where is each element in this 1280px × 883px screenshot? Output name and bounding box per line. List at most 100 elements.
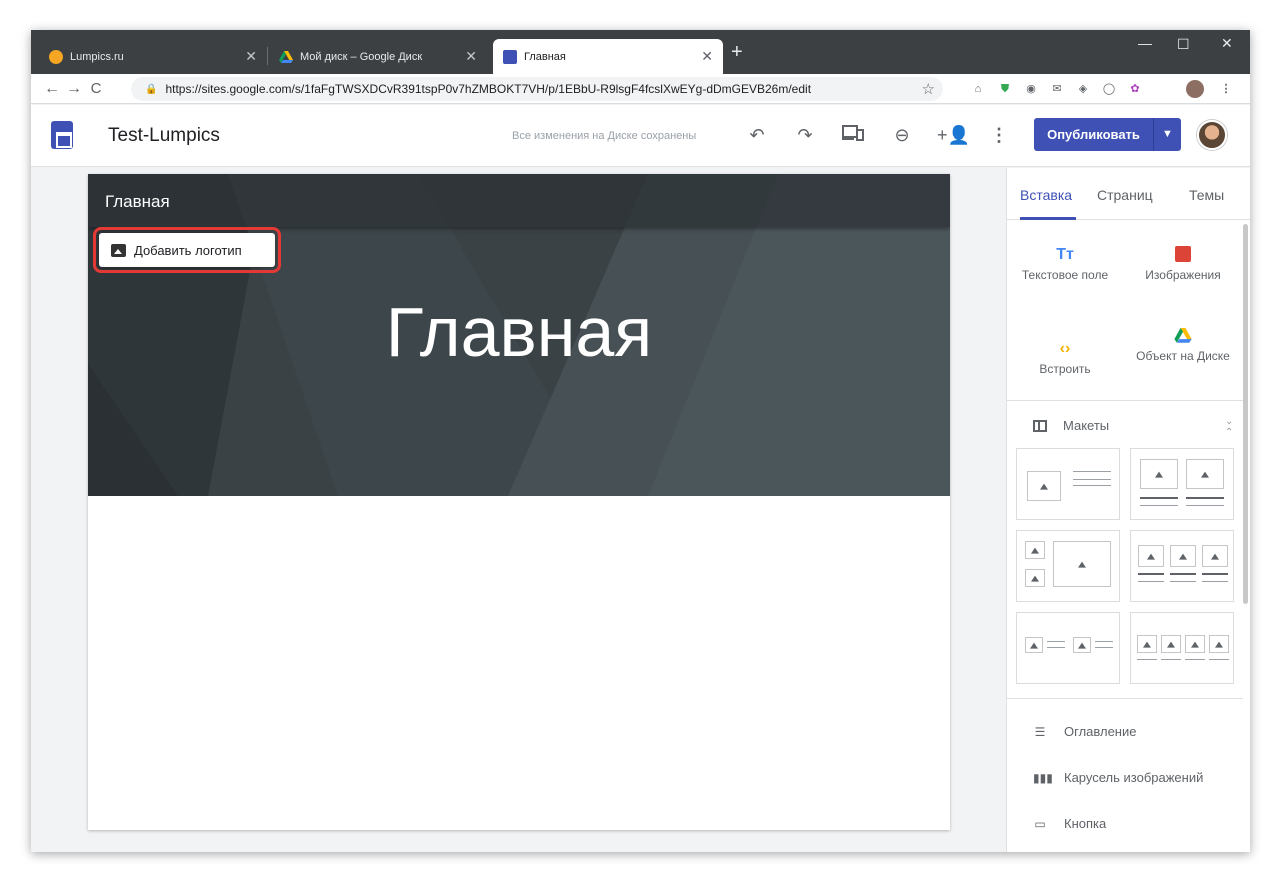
text-box-tool[interactable]: Tт Текстовое поле	[1010, 246, 1120, 282]
preview-devices-icon[interactable]	[840, 125, 866, 146]
user-avatar[interactable]	[1197, 120, 1227, 150]
editor-canvas: Главная Добавить логотип Главная	[31, 168, 1006, 852]
insert-panel: Вставка Страниц Темы Tт Текстовое поле И…	[1006, 168, 1250, 852]
layout-image-text[interactable]	[1016, 448, 1120, 520]
layout-image-placeholder	[1140, 459, 1178, 489]
embed-code-icon: ‹›	[1059, 340, 1071, 357]
maximize-button[interactable]: ☐	[1177, 36, 1190, 53]
layout-text-line	[1073, 479, 1111, 480]
layout-image-placeholder	[1161, 635, 1181, 653]
layout-two-images[interactable]	[1130, 448, 1234, 520]
browser-window: Lumpics.ru ✕ Мой диск – Google Диск ✕ Гл…	[31, 30, 1250, 852]
extension-puzzle-icon[interactable]: ✿	[1128, 82, 1142, 96]
embed-label: Встроить	[1039, 362, 1091, 376]
tab-lumpics[interactable]: Lumpics.ru ✕	[39, 39, 267, 74]
divider	[1007, 698, 1243, 699]
close-icon[interactable]: ✕	[245, 48, 257, 65]
images-label: Изображения	[1145, 268, 1221, 282]
reload-icon[interactable]: C	[85, 80, 107, 98]
layout-image-placeholder	[1027, 471, 1061, 501]
extension-mail-icon[interactable]: ✉	[1050, 82, 1064, 96]
layouts-header[interactable]: Макеты	[1033, 418, 1109, 433]
text-box-icon: Tт	[1056, 246, 1074, 263]
panel-scrollbar[interactable]	[1243, 224, 1248, 604]
tab-pages[interactable]: Страниц	[1097, 187, 1153, 203]
layout-three-images[interactable]	[1130, 530, 1234, 602]
embed-tool[interactable]: ‹› Встроить	[1010, 340, 1120, 376]
layout-text-line	[1209, 659, 1229, 660]
link-icon[interactable]: ⊖	[889, 125, 915, 146]
extension-eye-icon[interactable]: ◈	[1076, 82, 1090, 96]
drive-object-label: Объект на Диске	[1136, 349, 1230, 363]
layout-text-line	[1073, 471, 1111, 472]
layout-image-placeholder	[1053, 541, 1111, 587]
tab-glavnaya[interactable]: Главная ✕	[493, 39, 723, 74]
collapse-chevron-icon[interactable]: ⌄ ⌃	[1225, 416, 1233, 438]
layout-text-line	[1202, 581, 1228, 582]
extension-home-icon[interactable]: ⌂	[971, 82, 985, 96]
layouts-label: Макеты	[1063, 418, 1110, 433]
more-options-icon[interactable]: ⋮	[986, 125, 1012, 146]
add-logo-button[interactable]: Добавить логотип	[99, 233, 275, 267]
image-icon	[111, 243, 126, 257]
lock-icon: 🔒	[145, 83, 158, 95]
tab-insert[interactable]: Вставка	[1020, 187, 1072, 203]
image-icon	[1128, 246, 1238, 268]
layout-text-line	[1185, 659, 1205, 660]
layout-image-placeholder	[1202, 545, 1228, 567]
extension-lock-icon[interactable]: ◯	[1102, 82, 1116, 96]
site-title[interactable]: Test-Lumpics	[108, 125, 220, 147]
new-tab-button[interactable]: +	[731, 41, 743, 64]
tab-divider	[267, 47, 268, 65]
address-bar[interactable]: 🔒 https://sites.google.com/s/1faFgTWSXDC…	[131, 77, 943, 101]
layout-image-placeholder	[1137, 635, 1157, 653]
active-tab-indicator	[1020, 217, 1076, 220]
extension-globe-icon[interactable]: ◉	[1024, 82, 1038, 96]
layout-text-line	[1137, 659, 1157, 660]
images-tool[interactable]: Изображения	[1128, 246, 1238, 282]
site-navigation-bar: Главная	[88, 174, 950, 227]
close-icon[interactable]: ✕	[465, 48, 477, 65]
publish-dropdown-icon[interactable]: ▼	[1153, 118, 1181, 151]
minimize-button[interactable]: —	[1138, 35, 1152, 51]
tab-google-drive[interactable]: Мой диск – Google Диск ✕	[269, 39, 487, 74]
layout-text-line	[1170, 573, 1196, 575]
image-carousel-item[interactable]: ▮▮▮ Карусель изображений	[1033, 770, 1203, 785]
close-window-button[interactable]: ✕	[1221, 35, 1233, 52]
layout-image-collage[interactable]	[1016, 530, 1120, 602]
header-banner[interactable]: Главная Добавить логотип Главная	[88, 174, 950, 496]
hero-title[interactable]: Главная	[88, 292, 950, 372]
layout-text-line	[1073, 485, 1111, 486]
tab-themes[interactable]: Темы	[1189, 187, 1224, 203]
undo-icon[interactable]: ↶	[744, 125, 770, 146]
layout-text-line	[1047, 641, 1065, 642]
extension-shield-icon[interactable]: ⛊	[998, 82, 1012, 96]
nav-page-title[interactable]: Главная	[105, 192, 170, 212]
layout-images-with-text[interactable]	[1016, 612, 1120, 684]
publish-label: Опубликовать	[1047, 127, 1140, 142]
tab-title: Главная	[524, 50, 566, 63]
layout-image-placeholder	[1209, 635, 1229, 653]
layout-text-line	[1140, 505, 1178, 506]
publish-button[interactable]: Опубликовать ▼	[1034, 118, 1181, 151]
close-icon[interactable]: ✕	[701, 48, 713, 65]
toc-label: Оглавление	[1064, 724, 1137, 739]
layout-four-images[interactable]	[1130, 612, 1234, 684]
drive-object-tool[interactable]: Объект на Диске	[1128, 328, 1238, 362]
profile-avatar-icon[interactable]	[1186, 80, 1204, 98]
forward-icon[interactable]: →	[63, 80, 85, 98]
tab-title: Lumpics.ru	[70, 50, 124, 63]
button-component-item[interactable]: ▭ Кнопка	[1033, 816, 1106, 831]
layout-text-line	[1095, 647, 1113, 648]
table-of-contents-item[interactable]: ☰ Оглавление	[1033, 724, 1137, 739]
google-drive-icon	[1128, 328, 1238, 350]
bookmark-star-icon[interactable]: ☆	[922, 80, 935, 98]
layout-text-line	[1047, 647, 1065, 648]
menu-kebab-icon[interactable]: ⋮	[1219, 82, 1233, 96]
layout-image-placeholder	[1025, 569, 1045, 587]
back-icon[interactable]: ←	[41, 80, 63, 98]
redo-icon[interactable]: ↷	[792, 125, 818, 146]
share-add-person-icon[interactable]: +👤	[937, 125, 970, 146]
layout-image-placeholder	[1025, 541, 1045, 559]
google-sites-logo-icon[interactable]	[51, 121, 73, 149]
